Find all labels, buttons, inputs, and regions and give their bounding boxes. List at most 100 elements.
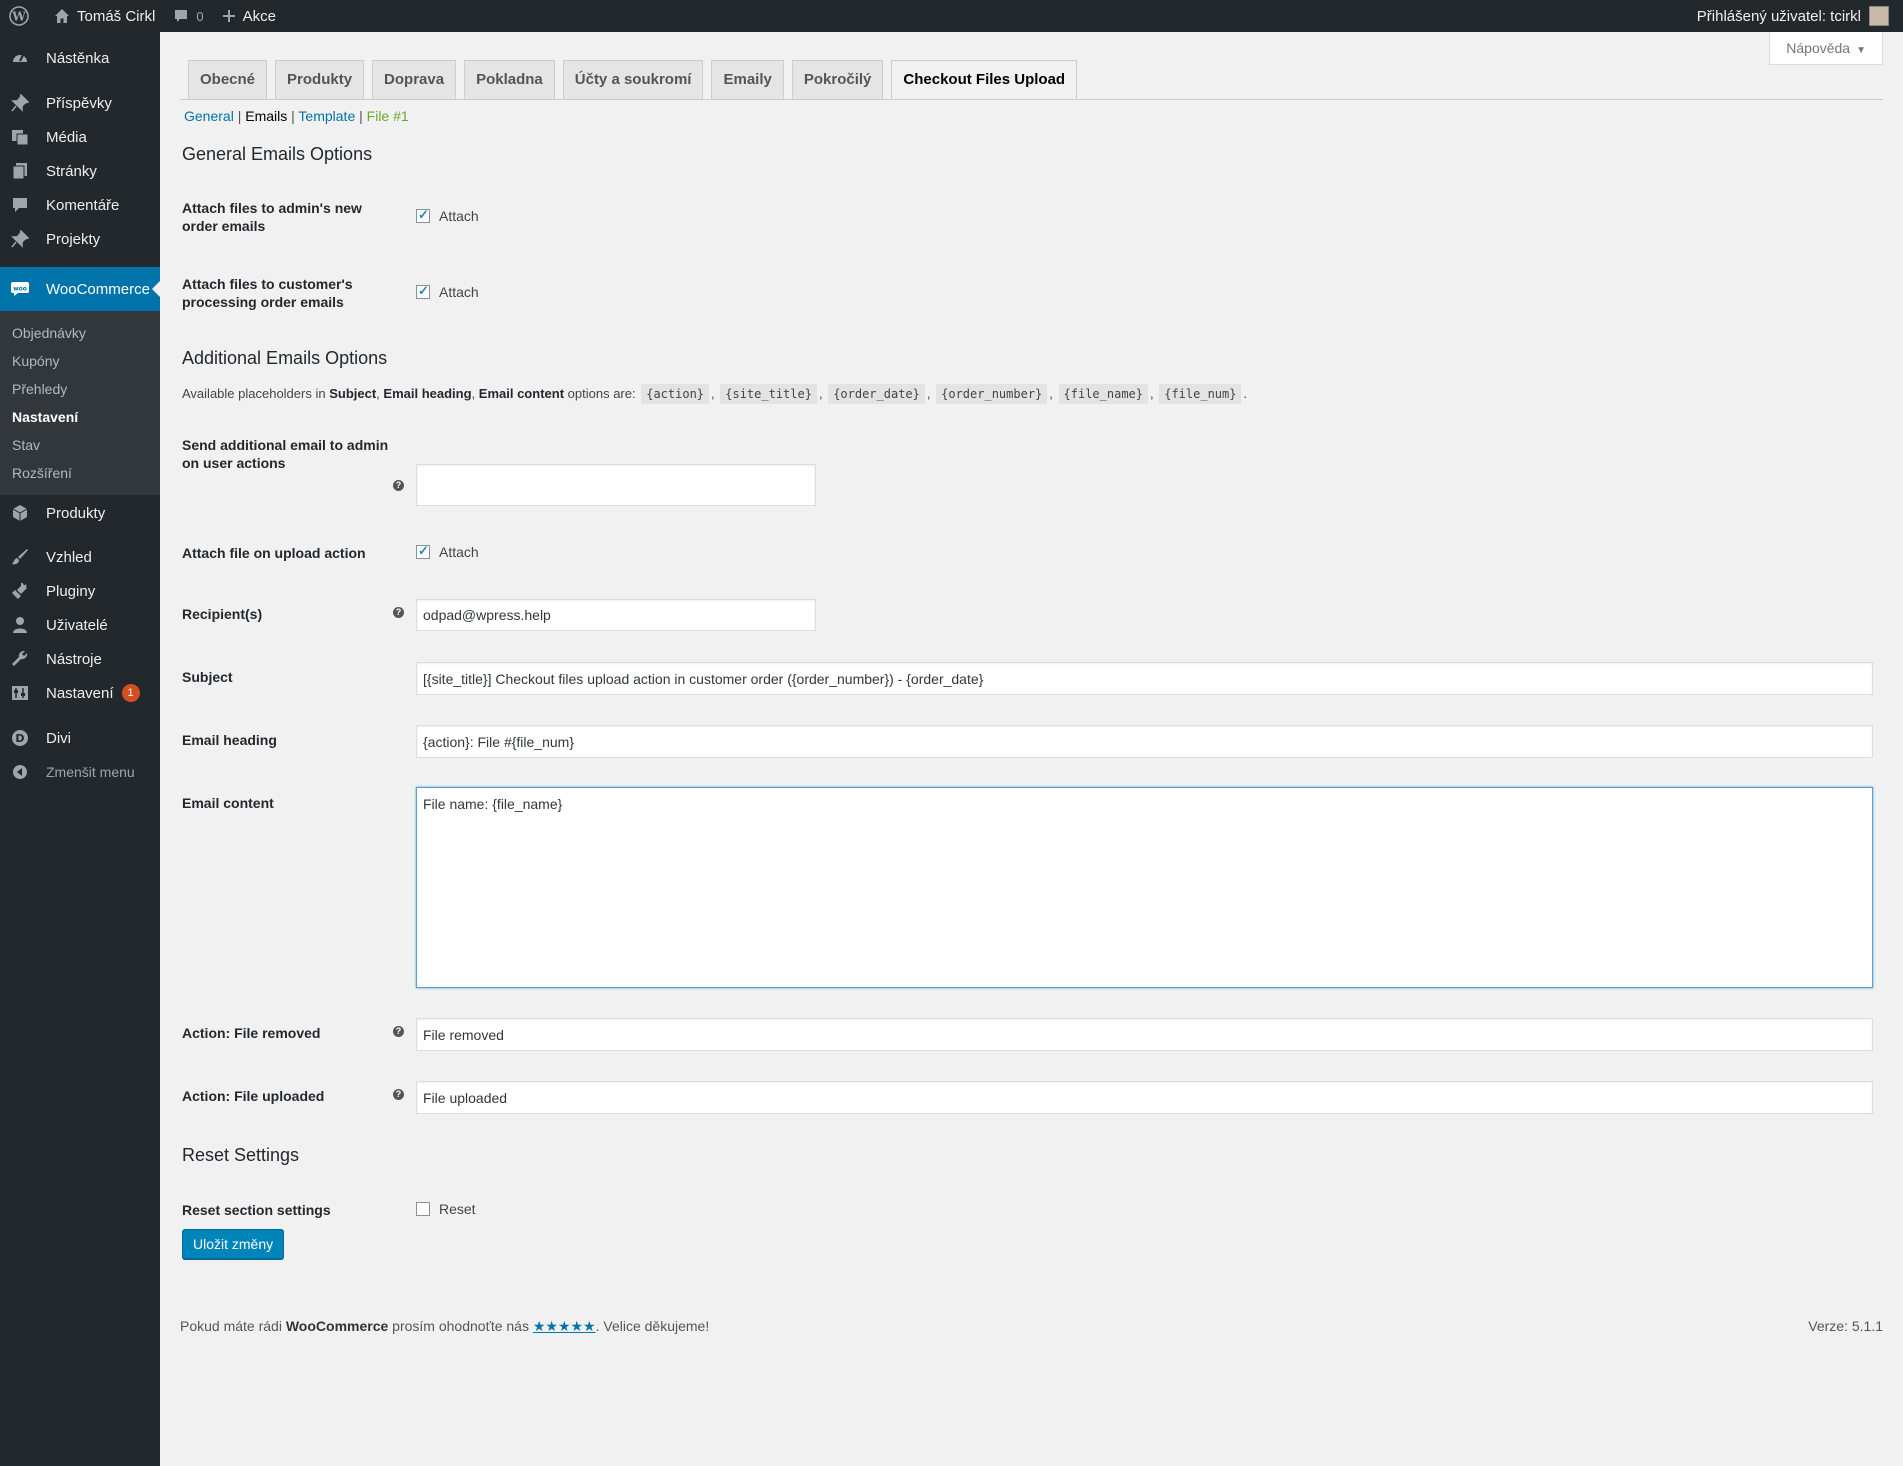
rating-stars-link[interactable]: ★★★★★ bbox=[533, 1318, 596, 1334]
subnav-file-1[interactable]: File #1 bbox=[367, 108, 409, 124]
field-label: Send additional email to admin on user a… bbox=[182, 437, 389, 471]
menu-item-pages[interactable]: Stránky bbox=[0, 154, 160, 188]
submenu-coupons[interactable]: Kupóny bbox=[0, 347, 160, 375]
checkbox-label: Attach bbox=[439, 544, 479, 560]
menu-label: Komentáře bbox=[46, 196, 120, 214]
menu-item-comments[interactable]: Komentáře bbox=[0, 188, 160, 222]
site-name-link[interactable]: Tomáš Cirkl bbox=[45, 0, 164, 32]
update-count-badge: 1 bbox=[121, 684, 140, 702]
placeholders-heading: Email heading bbox=[383, 386, 472, 401]
subnav-general[interactable]: General bbox=[184, 108, 234, 124]
action-file-removed-input[interactable]: File removed bbox=[416, 1018, 1873, 1051]
placeholder-code: {order_number} bbox=[936, 384, 1048, 404]
help-tab-label: Nápověda bbox=[1786, 40, 1851, 56]
help-tip-icon[interactable]: ? bbox=[393, 1026, 404, 1037]
menu-item-divi[interactable]: D Divi bbox=[0, 721, 160, 755]
menu-item-projects[interactable]: Projekty bbox=[0, 222, 160, 256]
placeholders-description: Available placeholders in Subject, Email… bbox=[182, 384, 1247, 404]
comment-icon bbox=[175, 10, 188, 22]
placeholders-suffix: options are: bbox=[567, 386, 636, 401]
menu-label: Produkty bbox=[46, 504, 106, 522]
menu-label: Divi bbox=[46, 729, 71, 747]
checkbox-label: Reset bbox=[439, 1201, 476, 1217]
avatar bbox=[1869, 6, 1889, 26]
woo-icon: woo bbox=[10, 279, 30, 299]
menu-item-settings[interactable]: Nastavení 1 bbox=[0, 676, 160, 710]
plugin-icon bbox=[10, 581, 30, 601]
subject-input[interactable]: [{site_title}] Checkout files upload act… bbox=[416, 662, 1873, 695]
recipients-input[interactable]: odpad@wpress.help bbox=[416, 599, 816, 631]
user-icon bbox=[10, 615, 30, 635]
menu-label: Uživatelé bbox=[46, 616, 108, 634]
tab-shipping[interactable]: Doprava bbox=[372, 60, 457, 99]
pages-icon bbox=[10, 161, 30, 181]
wrench-icon bbox=[10, 649, 30, 669]
reset-checkbox[interactable]: Reset bbox=[416, 1201, 476, 1217]
menu-item-tools[interactable]: Nástroje bbox=[0, 642, 160, 676]
menu-item-plugins[interactable]: Pluginy bbox=[0, 574, 160, 608]
attach-customer-checkbox[interactable]: Attach bbox=[416, 283, 479, 300]
attach-admin-checkbox[interactable]: Attach bbox=[416, 207, 479, 224]
home-icon bbox=[55, 9, 69, 23]
placeholder-code: {file_num} bbox=[1159, 384, 1242, 404]
my-account[interactable]: Přihlášený uživatel: tcirkl bbox=[1688, 0, 1903, 32]
menu-item-posts[interactable]: Příspěvky bbox=[0, 86, 160, 120]
wordpress-logo-icon[interactable]: W bbox=[0, 0, 45, 32]
send-additional-email-input[interactable] bbox=[416, 464, 816, 506]
attach-upload-checkbox[interactable]: Attach bbox=[416, 543, 479, 560]
checkbox-box[interactable] bbox=[416, 207, 430, 223]
placeholders-subject: Subject bbox=[329, 386, 377, 401]
menu-item-users[interactable]: Uživatelé bbox=[0, 608, 160, 642]
svg-text:woo: woo bbox=[13, 286, 27, 293]
svg-text:D: D bbox=[15, 732, 24, 745]
field-label: Attach file on upload action bbox=[182, 545, 366, 561]
tab-emails[interactable]: Emaily bbox=[711, 60, 784, 99]
submenu-extensions[interactable]: Rozšíření bbox=[0, 459, 160, 487]
subnav-emails[interactable]: Emails bbox=[245, 108, 287, 124]
submenu-status[interactable]: Stav bbox=[0, 431, 160, 459]
tab-checkout-files-upload[interactable]: Checkout Files Upload bbox=[891, 60, 1078, 100]
save-changes-button[interactable]: Uložit změny bbox=[182, 1229, 285, 1259]
pin-icon bbox=[10, 93, 30, 113]
footer-brand: WooCommerce bbox=[285, 1318, 389, 1334]
tab-advanced[interactable]: Pokročilý bbox=[791, 60, 884, 99]
tab-general[interactable]: Obecné bbox=[188, 60, 268, 99]
new-content-label: Akce bbox=[242, 7, 276, 25]
admin-bar: W Tomáš Cirkl 0 Akce Přihlášený uživatel… bbox=[0, 0, 1903, 32]
checkbox-box[interactable] bbox=[416, 543, 430, 559]
help-tab-button[interactable]: Nápověda ▼ bbox=[1769, 32, 1883, 65]
new-content-link[interactable]: Akce bbox=[213, 0, 285, 32]
tab-products[interactable]: Produkty bbox=[275, 60, 365, 99]
brush-icon bbox=[10, 547, 30, 567]
woocommerce-submenu: Objednávky Kupóny Přehledy Nastavení Sta… bbox=[0, 311, 160, 495]
subnav-template[interactable]: Template bbox=[298, 108, 355, 124]
menu-item-products[interactable]: Produkty bbox=[0, 495, 160, 531]
submenu-reports[interactable]: Přehledy bbox=[0, 375, 160, 403]
help-tip-icon[interactable]: ? bbox=[393, 1089, 404, 1100]
collapse-menu-button[interactable]: Zmenšit menu bbox=[0, 755, 160, 789]
submenu-settings[interactable]: Nastavení bbox=[0, 403, 160, 431]
email-heading-input[interactable]: {action}: File #{file_num} bbox=[416, 725, 1873, 758]
tab-checkout[interactable]: Pokladna bbox=[464, 60, 555, 99]
box-icon bbox=[10, 503, 30, 523]
menu-item-media[interactable]: Média bbox=[0, 120, 160, 154]
dashboard-icon bbox=[10, 48, 30, 68]
help-tip-icon[interactable]: ? bbox=[393, 607, 404, 618]
checkbox-box[interactable] bbox=[416, 283, 430, 299]
submenu-orders[interactable]: Objednávky bbox=[0, 319, 160, 347]
collapse-icon bbox=[10, 762, 30, 782]
divi-icon: D bbox=[10, 728, 30, 748]
action-file-uploaded-input[interactable]: File uploaded bbox=[416, 1081, 1873, 1114]
menu-item-dashboard[interactable]: Nástěnka bbox=[0, 41, 160, 75]
menu-label: Pluginy bbox=[46, 582, 96, 600]
field-label: Reset section settings bbox=[182, 1202, 331, 1218]
help-tip-icon[interactable]: ? bbox=[393, 480, 404, 491]
tab-accounts[interactable]: Účty a soukromí bbox=[562, 60, 704, 99]
checkbox-box[interactable] bbox=[416, 1202, 430, 1216]
comments-link[interactable]: 0 bbox=[164, 0, 212, 32]
email-content-textarea[interactable]: File name: {file_name} bbox=[416, 787, 1873, 988]
menu-item-woocommerce[interactable]: woo WooCommerce bbox=[0, 267, 160, 311]
pin-icon bbox=[10, 229, 30, 249]
menu-item-appearance[interactable]: Vzhled bbox=[0, 540, 160, 574]
menu-label: Příspěvky bbox=[46, 94, 112, 112]
